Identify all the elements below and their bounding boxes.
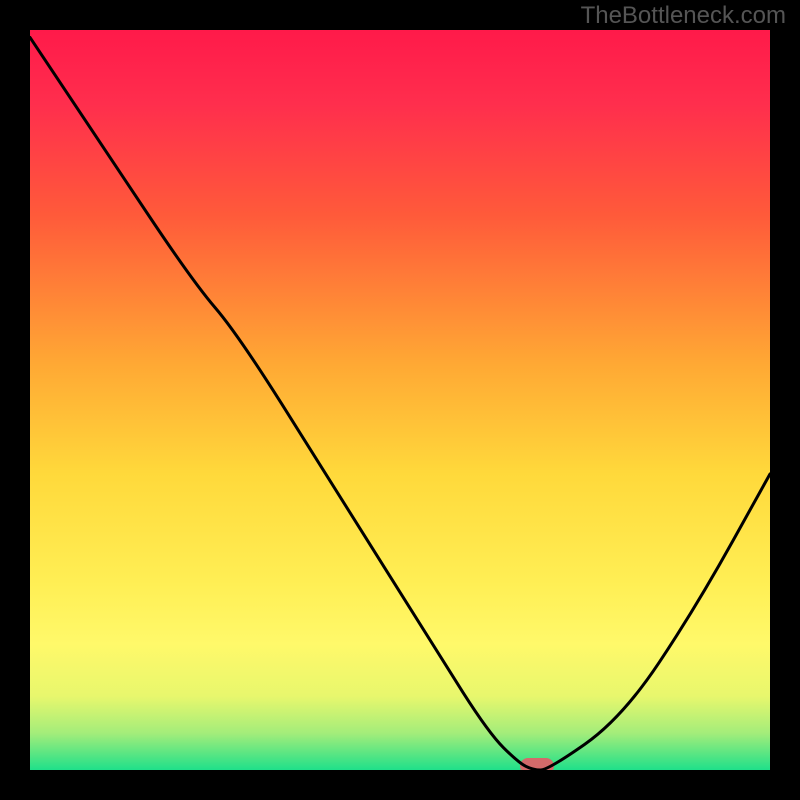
curve-line bbox=[30, 30, 770, 770]
watermark-text: TheBottleneck.com bbox=[581, 2, 786, 30]
chart-container: TheBottleneck.com bbox=[0, 0, 800, 800]
plot-area bbox=[30, 30, 770, 770]
